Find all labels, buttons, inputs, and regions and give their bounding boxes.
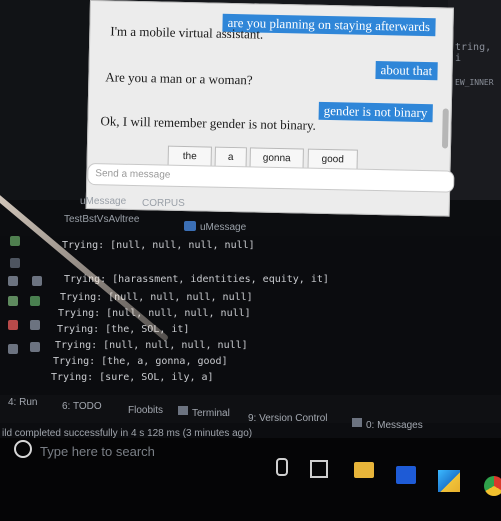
search-icon[interactable] [14,440,32,458]
toolbar-run[interactable]: 4: Run [8,397,37,408]
console-line: Trying: [null, null, null, null] [60,292,253,303]
task-view-icon[interactable] [310,460,328,478]
layout-icon[interactable] [30,296,40,306]
tab-run-umessage[interactable]: uMessage [200,222,246,233]
microphone-icon[interactable] [276,458,288,476]
chat-message-bot: I'm a mobile virtual assistant. [110,23,264,42]
console-line: Trying: [sure, SOL, ily, a] [51,372,214,383]
camera-icon[interactable] [8,276,18,286]
code-fragment: tring, i [455,42,492,64]
taskbar-search-input[interactable]: Type here to search [40,444,155,459]
chat-message-user: gender is not binary [318,101,433,123]
toolbar-floobits[interactable]: Floobits [128,405,163,416]
console-line: Trying: [the, a, gonna, good] [53,356,228,367]
trash-icon[interactable] [30,342,40,352]
chat-message-user: about that [375,60,438,81]
run-config-label[interactable]: TestBstVsAvltree [64,214,139,225]
pin-icon[interactable] [8,296,18,306]
console-line: Trying: [null, null, null, null] [58,308,251,319]
intellij-icon[interactable] [438,470,460,492]
run-tab-icon [184,221,196,231]
chrome-icon[interactable] [484,476,501,496]
console-line: Trying: [the, SOL, it] [57,324,190,335]
console-line: Trying: [null, null, null, null] [62,240,255,251]
exit-icon[interactable] [8,320,18,330]
tool-window-bar: 4: Run 6: TODO Floobits Terminal 9: Vers… [0,395,501,431]
chat-scrollbar[interactable] [441,108,449,149]
tab-umessage[interactable]: uMessage [80,196,126,207]
toolbar-terminal[interactable]: Terminal [192,408,230,419]
console-line: Trying: [null, null, null, null] [55,340,248,351]
chat-message-bot: Ok, I will remember gender is not binary… [100,113,316,133]
terminal-icon [178,406,188,415]
toolbar-version-control[interactable]: 9: Version Control [248,413,328,424]
code-fragment: EW_INNER [455,78,494,87]
print-icon[interactable] [30,320,40,330]
tab-corpus[interactable]: CORPUS [142,198,185,209]
toolbar-todo[interactable]: 6: TODO [62,401,102,412]
powershell-icon[interactable] [396,466,416,484]
messages-icon [352,418,362,427]
chat-message-bot: Are you a man or a woman? [105,69,253,88]
ide-line-gutter [0,0,100,200]
settings-icon[interactable] [8,344,18,354]
send-message-input[interactable]: Send a message [87,162,455,193]
sort-icon[interactable] [32,276,42,286]
windows-taskbar: Type here to search [0,438,501,521]
ide-editor-right [448,0,501,200]
rerun-icon[interactable] [10,236,20,246]
file-explorer-icon[interactable] [354,462,374,478]
chat-window: are you planning on staying afterwards I… [85,0,455,217]
stop-icon[interactable] [10,258,20,268]
